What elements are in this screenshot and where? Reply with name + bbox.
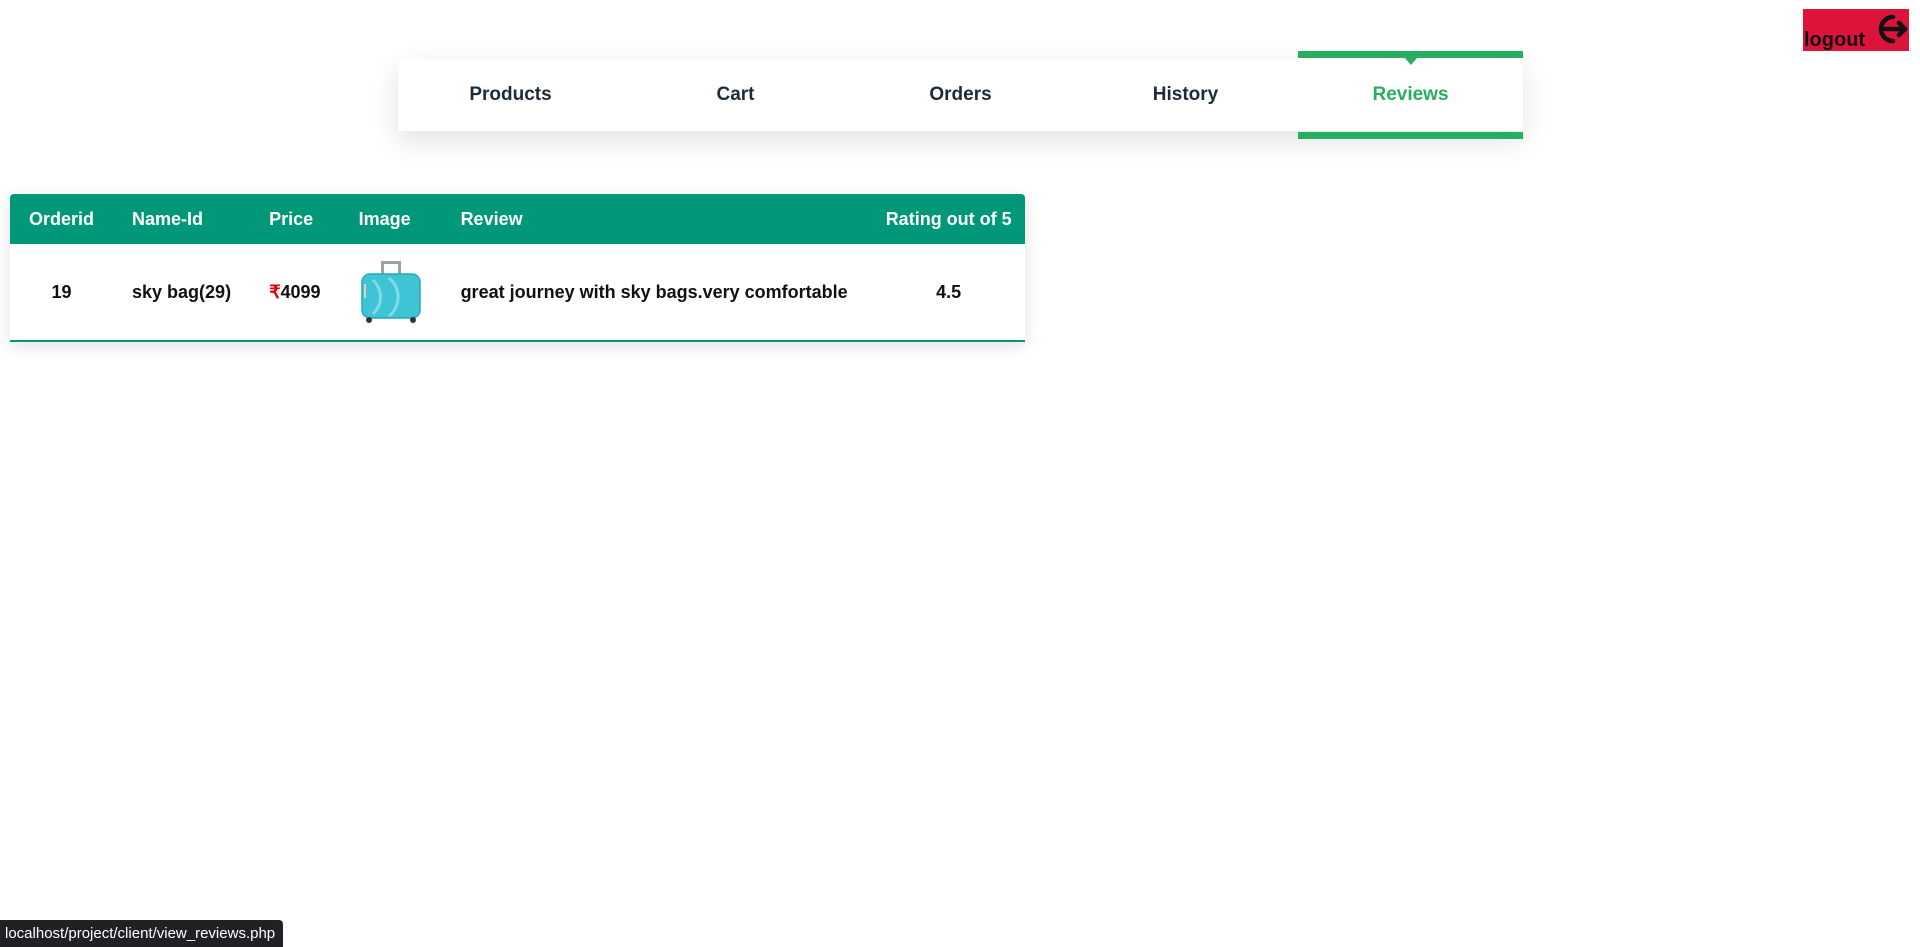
tab-history[interactable]: History: [1073, 59, 1298, 131]
cell-name-id: sky bag(29): [132, 281, 232, 302]
cell-rating: 4.5: [936, 281, 962, 302]
cell-orderid: 19: [51, 281, 72, 302]
tab-orders[interactable]: Orders: [848, 59, 1073, 131]
reviews-table-container: Orderid Name-Id Price Image Review Ratin…: [10, 194, 1025, 342]
cell-price: ₹4099: [250, 244, 340, 340]
status-bar-url: localhost/project/client/view_reviews.ph…: [0, 920, 284, 947]
tab-label: Cart: [716, 84, 755, 105]
rupee-symbol: ₹: [269, 281, 281, 302]
header-orderid: Orderid: [29, 208, 95, 229]
tab-label: History: [1152, 84, 1219, 105]
header-review: Review: [460, 208, 523, 229]
active-caret-icon: [1403, 57, 1418, 65]
header-name-id: Name-Id: [132, 208, 204, 229]
logout-label: logout: [1804, 29, 1866, 51]
power-icon: [1878, 14, 1908, 44]
tab-products[interactable]: Products: [398, 59, 623, 131]
logout-button[interactable]: logout: [1803, 9, 1909, 51]
tab-label: Orders: [929, 84, 992, 105]
reviews-table: Orderid Name-Id Price Image Review Ratin…: [10, 194, 1025, 340]
cell-image: [340, 244, 442, 340]
cell-review: great journey with sky bags.very comfort…: [460, 281, 848, 302]
header-rating: Rating out of 5: [885, 208, 1012, 229]
header-price: Price: [269, 208, 314, 229]
tab-reviews[interactable]: Reviews: [1298, 51, 1523, 139]
tab-label: Reviews: [1372, 84, 1449, 105]
tab-label: Products: [469, 84, 552, 105]
tab-cart[interactable]: Cart: [623, 59, 848, 131]
header-image: Image: [358, 208, 411, 229]
table-row: 19 sky bag(29) ₹4099 great journey with …: [10, 244, 1025, 340]
suitcase-image: [360, 261, 421, 323]
table-header-row: Orderid Name-Id Price Image Review Ratin…: [10, 194, 1025, 244]
price-value: 4099: [280, 281, 321, 302]
main-nav: Products Cart Orders History Reviews: [398, 51, 1523, 139]
